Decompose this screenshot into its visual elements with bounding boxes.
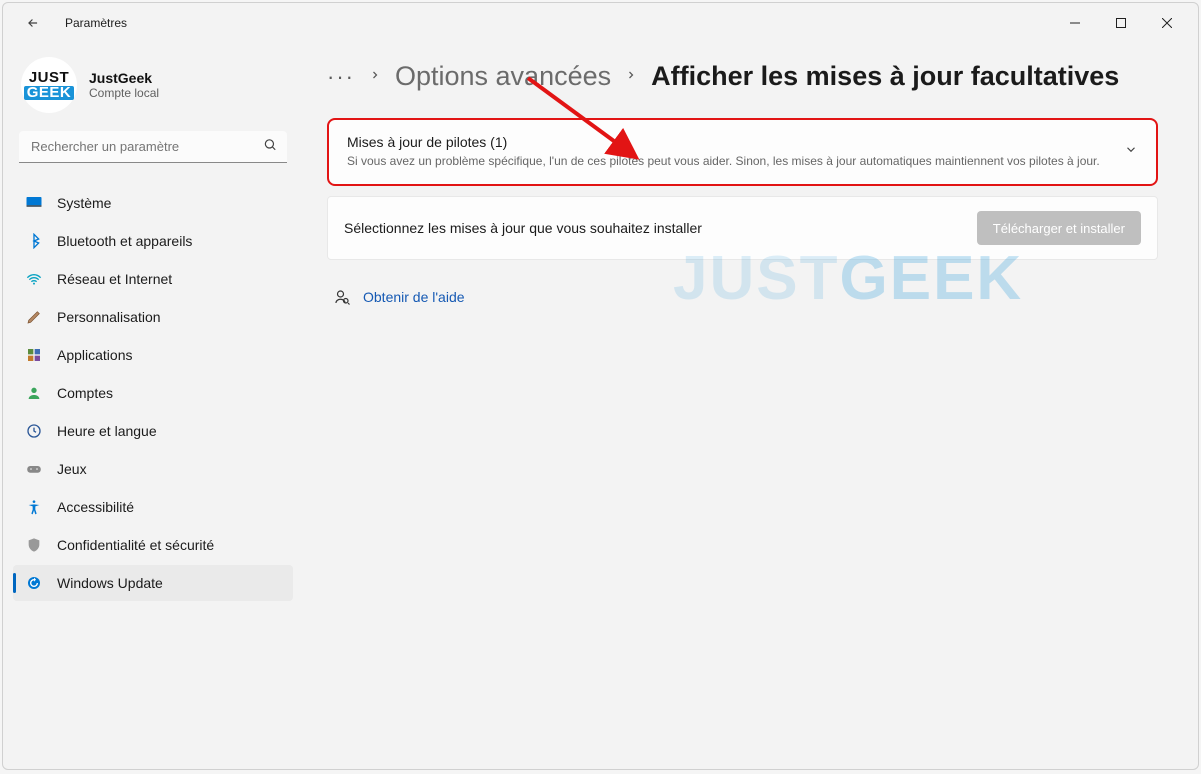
time-icon [25,422,43,440]
chevron-right-icon [625,68,637,86]
network-icon [25,270,43,288]
driver-updates-expander[interactable]: Mises à jour de pilotes (1) Si vous avez… [329,120,1156,184]
search-box[interactable] [19,131,287,163]
update-icon [25,574,43,592]
download-install-button[interactable]: Télécharger et installer [977,211,1141,245]
sidebar-item-personalization[interactable]: Personnalisation [13,299,293,335]
sidebar-item-label: Comptes [57,385,113,401]
minimize-button[interactable] [1052,7,1098,39]
sidebar-item-label: Personnalisation [57,309,161,325]
settings-window: Paramètres JUST GEEK JustGeek [2,2,1199,770]
sidebar-item-label: Jeux [57,461,87,477]
personalize-icon [25,308,43,326]
page-title: Afficher les mises à jour facultatives [651,61,1119,92]
privacy-icon [25,536,43,554]
back-button[interactable] [23,13,43,33]
bluetooth-icon [25,232,43,250]
select-updates-card: Sélectionnez les mises à jour que vous s… [327,196,1158,260]
gaming-icon [25,460,43,478]
chevron-down-icon [1124,143,1138,162]
accessibility-icon [25,498,43,516]
sidebar: JUST GEEK JustGeek Compte local Système [3,43,303,769]
chevron-right-icon [369,68,381,86]
sidebar-item-apps[interactable]: Applications [13,337,293,373]
sidebar-item-label: Système [57,195,111,211]
apps-icon [25,346,43,364]
search-icon [263,138,277,157]
window-controls [1052,7,1190,39]
account-name: JustGeek [89,70,159,86]
main-pane: ··· Options avancées Afficher les mises … [303,43,1198,769]
breadcrumb-parent[interactable]: Options avancées [395,61,611,92]
account-type: Compte local [89,86,159,100]
sidebar-item-label: Heure et langue [57,423,157,439]
search-input[interactable] [19,131,287,163]
help-icon [333,288,351,306]
window-title: Paramètres [65,16,127,30]
breadcrumb: ··· Options avancées Afficher les mises … [327,61,1158,92]
title-bar: Paramètres [3,3,1198,43]
close-button[interactable] [1144,7,1190,39]
driver-updates-title: Mises à jour de pilotes (1) [347,134,1106,150]
breadcrumb-more[interactable]: ··· [327,64,355,90]
driver-updates-subtitle: Si vous avez un problème spécifique, l'u… [347,154,1106,168]
avatar-text-2: GEEK [24,86,75,100]
accounts-icon [25,384,43,402]
sidebar-item-windows-update[interactable]: Windows Update [13,565,293,601]
get-help-link[interactable]: Obtenir de l'aide [363,289,465,305]
sidebar-item-network[interactable]: Réseau et Internet [13,261,293,297]
avatar: JUST GEEK [21,57,77,113]
driver-updates-card[interactable]: Mises à jour de pilotes (1) Si vous avez… [327,118,1158,186]
sidebar-item-accounts[interactable]: Comptes [13,375,293,411]
select-updates-text: Sélectionnez les mises à jour que vous s… [344,220,702,236]
sidebar-item-label: Accessibilité [57,499,134,515]
sidebar-item-bluetooth[interactable]: Bluetooth et appareils [13,223,293,259]
help-link-row: Obtenir de l'aide [327,288,1158,306]
maximize-button[interactable] [1098,7,1144,39]
sidebar-item-accessibility[interactable]: Accessibilité [13,489,293,525]
sidebar-item-system[interactable]: Système [13,185,293,221]
nav-list: Système Bluetooth et appareils Réseau et… [13,185,293,601]
sidebar-item-gaming[interactable]: Jeux [13,451,293,487]
sidebar-item-privacy[interactable]: Confidentialité et sécurité [13,527,293,563]
sidebar-item-label: Confidentialité et sécurité [57,537,214,553]
system-icon [25,194,43,212]
sidebar-item-label: Windows Update [57,575,163,591]
sidebar-item-label: Applications [57,347,133,363]
sidebar-item-label: Bluetooth et appareils [57,233,192,249]
avatar-text-1: JUST [29,71,69,85]
sidebar-item-time[interactable]: Heure et langue [13,413,293,449]
sidebar-item-label: Réseau et Internet [57,271,172,287]
account-block[interactable]: JUST GEEK JustGeek Compte local [13,49,293,131]
